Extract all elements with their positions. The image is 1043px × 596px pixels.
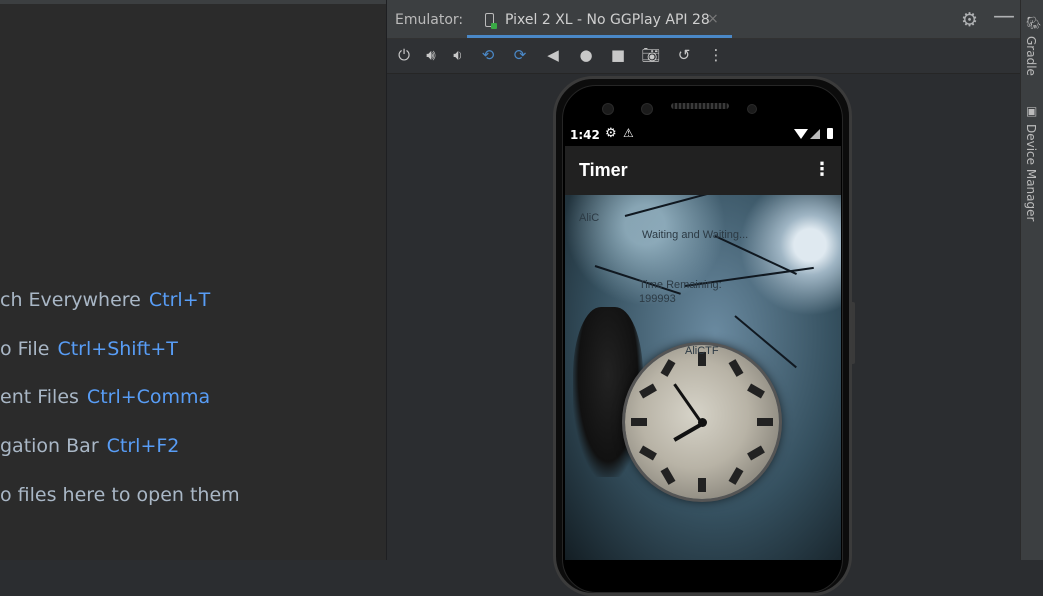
settings-notification-icon: ⚙ xyxy=(605,126,617,141)
hint-label: ent Files xyxy=(0,386,79,408)
gradle-tool-window-button[interactable]: Gradle xyxy=(1024,36,1038,76)
editor-top-strip xyxy=(0,0,386,4)
more-vert-icon[interactable]: ⋮ xyxy=(705,44,727,66)
gradle-elephant-icon: 🐘︎ xyxy=(1026,16,1042,30)
emulator-panel: Emulator: Pixel 2 XL - No GGPlay API 28 … xyxy=(387,0,1020,596)
editor-welcome-area: ch Everywhere Ctrl+T o File Ctrl+Shift+T e… xyxy=(0,0,386,560)
clock-numeral xyxy=(698,478,706,492)
device-manager-icon: ▣ xyxy=(1026,104,1038,118)
volume-up-icon[interactable]: 🔊︎ xyxy=(420,44,442,66)
wifi-icon xyxy=(794,129,808,139)
right-tool-window-strip: 🐘︎ Gradle ▣ Device Manager xyxy=(1020,0,1043,560)
overflow-menu-icon[interactable]: ⋮ xyxy=(813,159,831,180)
rotate-left-icon[interactable]: ⟲ xyxy=(477,44,499,66)
hint-shortcut: Ctrl+Shift+T xyxy=(57,338,178,360)
front-camera-icon xyxy=(602,103,614,115)
hint-label: ch Everywhere xyxy=(0,289,141,311)
gear-icon[interactable]: ⚙ xyxy=(961,9,978,31)
hint-label: gation Bar xyxy=(0,435,99,457)
hint-label: o files here to open them xyxy=(0,484,240,506)
clock-label: AliCTF xyxy=(685,345,719,357)
emulator-label: Emulator: xyxy=(395,12,464,28)
rotate-right-icon[interactable]: ⟳ xyxy=(509,44,531,66)
device-screen[interactable]: 1:42 ⚙ ⚠ Timer ⋮ AliC Waiting and Waitin… xyxy=(565,124,841,560)
hint-go-to-file: o File Ctrl+Shift+T xyxy=(0,338,178,360)
front-sensor-icon xyxy=(641,103,653,115)
tree-branch xyxy=(714,235,797,275)
app-content: AliC Waiting and Waiting... Time Remaini… xyxy=(565,195,841,560)
clock-numeral xyxy=(757,418,773,426)
time-remaining-value: 199993 xyxy=(639,293,676,305)
volume-down-icon[interactable]: 🔉︎ xyxy=(447,44,469,66)
waiting-text: Waiting and Waiting... xyxy=(642,229,749,241)
hint-navigation-bar: gation Bar Ctrl+F2 xyxy=(0,435,179,457)
home-icon[interactable]: ● xyxy=(575,44,597,66)
hint-search-everywhere: ch Everywhere Ctrl+T xyxy=(0,289,210,311)
hint-shortcut: Ctrl+Comma xyxy=(86,386,211,408)
status-time: 1:42 xyxy=(570,128,600,142)
overview-icon[interactable]: ■ xyxy=(607,44,629,66)
app-title: Timer xyxy=(579,160,628,180)
hint-drop-files: o files here to open them xyxy=(0,484,240,506)
device-tab-title: Pixel 2 XL - No GGPlay API 28 xyxy=(505,12,710,28)
emulator-device-tab[interactable]: Pixel 2 XL - No GGPlay API 28 × xyxy=(467,0,732,38)
emulator-toolbar: ⏻ 🔊︎ 🔉︎ ⟲ ⟳ ◀ ● ■ 📷︎ ↺ ⋮ xyxy=(387,39,1020,74)
clock-hub xyxy=(698,418,707,427)
earpiece-speaker xyxy=(671,103,729,109)
clock-numeral xyxy=(747,383,765,399)
clock-numeral xyxy=(728,467,744,485)
proximity-sensor-icon xyxy=(747,104,757,114)
hint-label: o File xyxy=(0,338,50,360)
active-tab-underline xyxy=(467,35,732,38)
emulator-tab-bar: Emulator: Pixel 2 XL - No GGPlay API 28 … xyxy=(387,0,1020,39)
snapshot-icon[interactable]: ↺ xyxy=(673,44,695,66)
hint-shortcut: Ctrl+F2 xyxy=(106,435,180,457)
back-icon[interactable]: ◀ xyxy=(542,44,564,66)
warning-notification-icon: ⚠ xyxy=(623,126,634,140)
device-manager-tool-window-button[interactable]: Device Manager xyxy=(1024,124,1038,221)
tree-branch xyxy=(624,195,742,217)
hint-shortcut: Ctrl+T xyxy=(148,289,211,311)
clock-image xyxy=(625,345,779,499)
clock-numeral xyxy=(639,445,657,461)
clock-numeral xyxy=(660,359,676,377)
clock-numeral xyxy=(639,383,657,399)
time-remaining-label: Time Remaining: xyxy=(639,279,722,291)
close-tab-icon[interactable]: × xyxy=(707,11,719,27)
clock-numeral xyxy=(660,467,676,485)
hint-recent-files: ent Files Ctrl+Comma xyxy=(0,386,210,408)
emulator-canvas: 1:42 ⚙ ⚠ Timer ⋮ AliC Waiting and Waitin… xyxy=(387,74,1020,596)
power-icon[interactable]: ⏻ xyxy=(393,44,415,66)
phone-side-button[interactable] xyxy=(852,302,855,364)
clock-numeral xyxy=(747,445,765,461)
app-toolbar: Timer ⋮ xyxy=(565,146,841,195)
cell-signal-icon xyxy=(810,129,820,139)
camera-icon[interactable]: 📷︎ xyxy=(640,44,662,66)
battery-icon xyxy=(827,128,833,139)
device-running-indicator xyxy=(491,23,497,29)
clock-numeral xyxy=(631,418,647,426)
clock-numeral xyxy=(728,359,744,377)
top-left-label: AliC xyxy=(579,212,600,224)
minimize-icon[interactable]: — xyxy=(993,4,1015,29)
android-status-bar: 1:42 ⚙ ⚠ xyxy=(565,124,841,146)
